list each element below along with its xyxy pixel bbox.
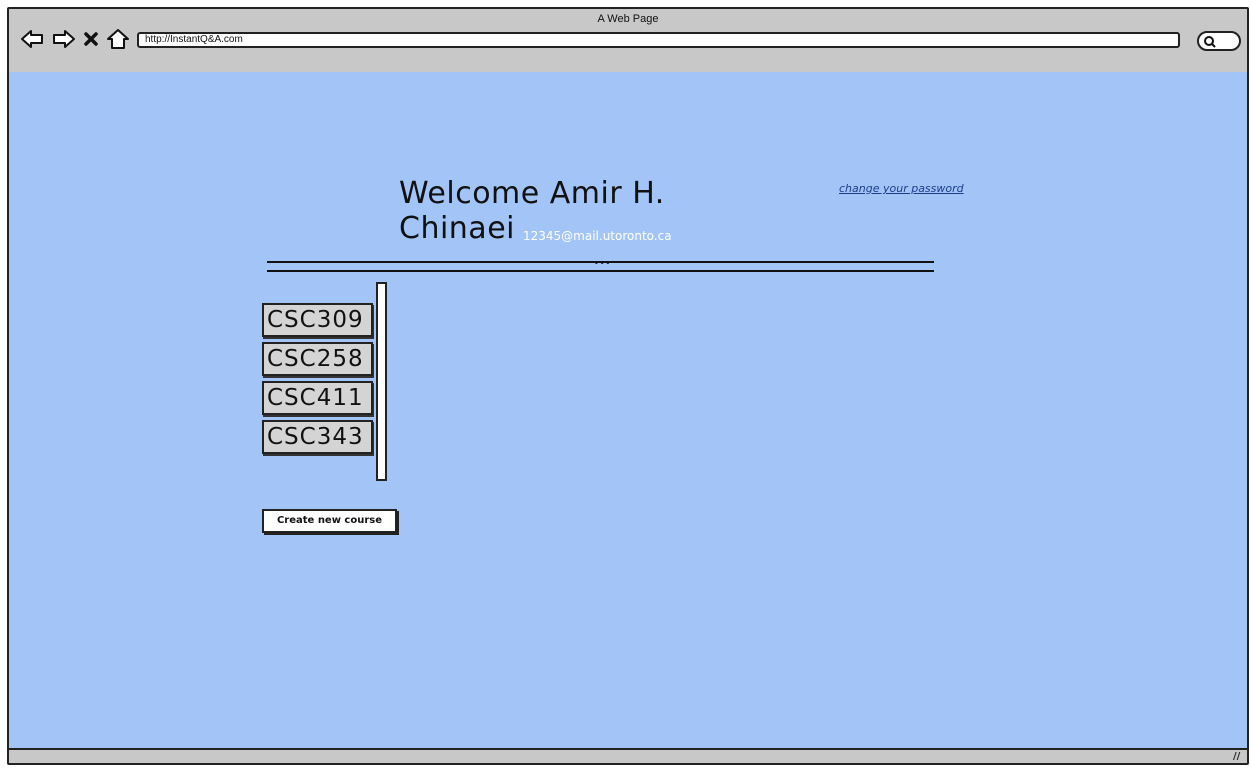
browser-chrome: A Web Page http://InstantQ&A.com [9,9,1247,74]
course-list: CSC309 CSC258 CSC411 CSC343 [262,303,375,459]
search-button[interactable] [1197,31,1241,51]
stop-icon[interactable] [83,27,99,51]
course-item[interactable]: CSC258 [262,342,373,376]
course-item[interactable]: CSC411 [262,381,373,415]
course-item[interactable]: CSC343 [262,420,373,454]
window-title: A Web Page [597,13,659,25]
create-course-button[interactable]: Create new course [262,509,397,533]
forward-icon[interactable] [51,27,77,51]
search-icon [1204,36,1216,48]
home-icon[interactable] [105,27,131,51]
address-bar[interactable]: http://InstantQ&A.com [137,32,1180,48]
course-list-scrollbar[interactable] [376,282,387,481]
divider-handle: ••• [594,259,612,268]
resize-grip-icon[interactable]: // [1233,752,1245,762]
browser-window: A Web Page http://InstantQ&A.com Welcome… [7,7,1249,765]
user-email: 12345@mail.utoronto.ca [523,229,672,243]
status-bar: // [9,748,1247,763]
page-content: Welcome Amir H. Chinaei change your pass… [9,72,1247,752]
course-item[interactable]: CSC309 [262,303,373,337]
back-icon[interactable] [19,27,45,51]
change-password-link[interactable]: change your password [839,182,964,195]
